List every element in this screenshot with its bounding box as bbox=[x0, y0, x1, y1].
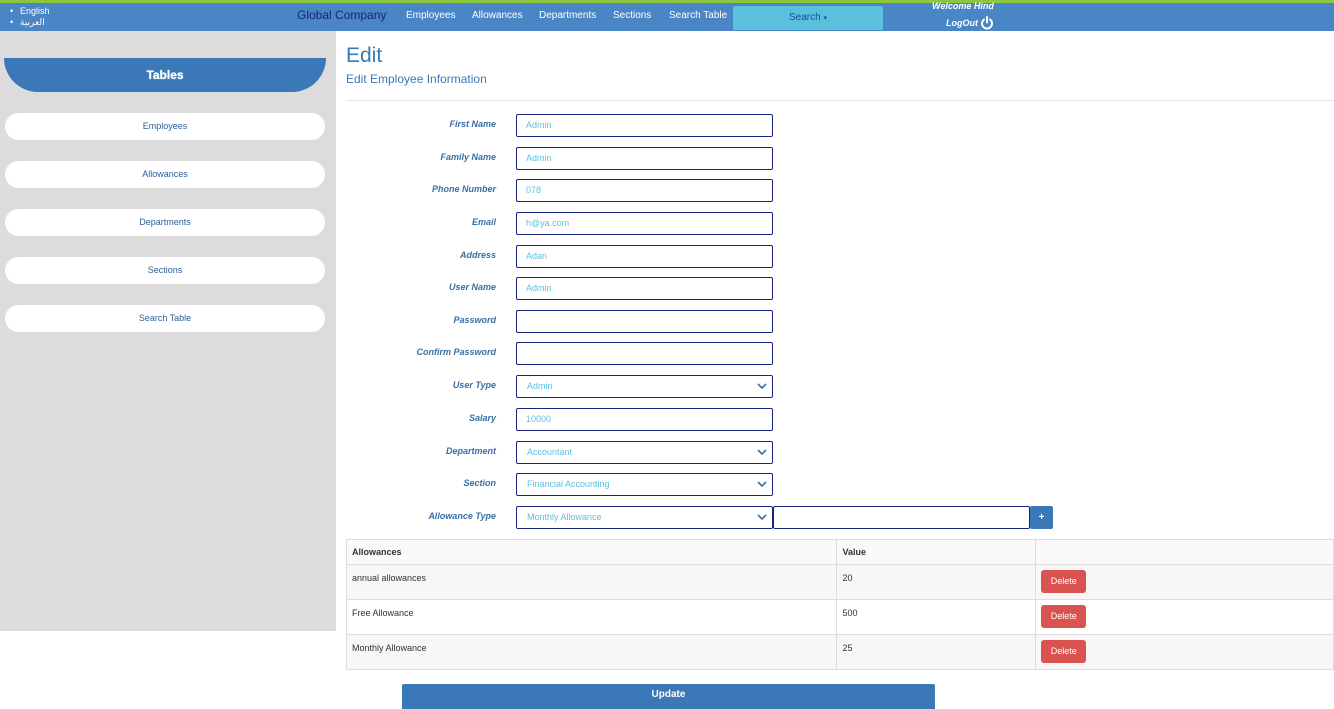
table-row: Monthly Allowance 25 Delete bbox=[345, 634, 1334, 670]
nav-search-table[interactable]: Search Table bbox=[669, 10, 727, 21]
user-type-value: Admin bbox=[527, 381, 553, 391]
first-name-label: First Name bbox=[449, 119, 496, 129]
sidebar-item-sections[interactable]: Sections bbox=[5, 257, 325, 284]
form-row-allowance-type: Allowance Type Monthly Allowance + bbox=[346, 506, 1334, 530]
form-row-salary: Salary 10000 bbox=[346, 408, 1334, 432]
first-name-input[interactable]: Admin bbox=[516, 114, 773, 137]
search-dropdown-button[interactable]: Search ▾ bbox=[733, 6, 883, 30]
sidebar-item-employees[interactable]: Employees bbox=[5, 113, 325, 140]
welcome-text: Welcome Hind bbox=[932, 1, 994, 11]
language-english[interactable]: English bbox=[10, 6, 50, 17]
add-allowance-button[interactable]: + bbox=[1030, 506, 1053, 529]
address-label: Address bbox=[459, 250, 496, 260]
top-navbar: English العربية Global Company Employees… bbox=[0, 0, 1334, 31]
header-divider bbox=[346, 100, 1334, 101]
delete-button[interactable]: Delete bbox=[1041, 605, 1087, 628]
password-input[interactable] bbox=[516, 310, 773, 333]
allowance-action-cell: Delete bbox=[1035, 634, 1334, 670]
caret-down-icon: ▾ bbox=[823, 15, 827, 22]
sidebar-item-departments[interactable]: Departments bbox=[5, 209, 325, 236]
form-row-family-name: Family Name Admin bbox=[346, 147, 1334, 171]
allowance-type-select[interactable]: Monthly Allowance bbox=[516, 506, 773, 529]
form-row-department: Department Accountant bbox=[346, 441, 1334, 465]
language-list: English العربية bbox=[10, 6, 50, 28]
nav-employees[interactable]: Employees bbox=[406, 10, 455, 21]
chevron-down-icon bbox=[757, 481, 767, 488]
allowance-amount-input[interactable] bbox=[773, 506, 1030, 529]
allowance-value-cell: 500 bbox=[836, 599, 1037, 635]
allowance-type-value: Monthly Allowance bbox=[527, 512, 602, 522]
allowance-value-cell: 25 bbox=[836, 634, 1037, 670]
chevron-down-icon bbox=[757, 449, 767, 456]
chevron-down-icon bbox=[757, 383, 767, 390]
form-row-phone-number: Phone Number 078 bbox=[346, 179, 1334, 203]
form-row-password: Password bbox=[346, 310, 1334, 334]
delete-button[interactable]: Delete bbox=[1041, 570, 1087, 593]
sidebar: Tables Employees Allowances Departments … bbox=[0, 31, 336, 631]
table-row: annual allowances 20 Delete bbox=[345, 564, 1334, 600]
search-dropdown-label: Search bbox=[789, 12, 821, 23]
password-label: Password bbox=[453, 315, 496, 325]
table-header-row: Allowances Value bbox=[345, 539, 1334, 565]
family-name-label: Family Name bbox=[440, 152, 496, 162]
nav-sections[interactable]: Sections bbox=[613, 10, 651, 21]
form-row-address: Address Adan bbox=[346, 245, 1334, 269]
nav-departments[interactable]: Departments bbox=[539, 10, 596, 21]
allowance-value-cell: 20 bbox=[836, 564, 1037, 600]
nav-allowances[interactable]: Allowances bbox=[472, 10, 523, 21]
email-label: Email bbox=[471, 217, 496, 227]
address-input[interactable]: Adan bbox=[516, 245, 773, 268]
user-name-label: User Name bbox=[448, 282, 496, 292]
chevron-down-icon bbox=[757, 514, 767, 521]
form-row-section: Section Financial Accounting bbox=[346, 473, 1334, 497]
department-value: Accountant bbox=[527, 447, 573, 457]
confirm-password-label: Confirm Password bbox=[416, 347, 496, 357]
page-title: Edit bbox=[346, 44, 383, 67]
delete-button[interactable]: Delete bbox=[1041, 640, 1087, 663]
phone-number-label: Phone Number bbox=[431, 184, 496, 194]
col-header-value: Value bbox=[836, 539, 1037, 565]
col-header-actions bbox=[1035, 539, 1334, 565]
confirm-password-input[interactable] bbox=[516, 342, 773, 365]
user-type-label: User Type bbox=[452, 380, 496, 390]
department-label: Department bbox=[445, 446, 496, 456]
table-row: Free Allowance 500 Delete bbox=[345, 599, 1334, 635]
user-type-select[interactable]: Admin bbox=[516, 375, 773, 398]
form-row-first-name: First Name Admin bbox=[346, 114, 1334, 138]
form-row-confirm-password: Confirm Password bbox=[346, 342, 1334, 366]
form-row-user-type: User Type Admin bbox=[346, 375, 1334, 399]
page-subtitle: Edit Employee Information bbox=[346, 72, 487, 86]
col-header-allowances: Allowances bbox=[345, 539, 838, 565]
phone-number-input[interactable]: 078 bbox=[516, 179, 773, 202]
form-row-email: Email h@ya.com bbox=[346, 212, 1334, 236]
allowance-action-cell: Delete bbox=[1035, 564, 1334, 600]
language-arabic[interactable]: العربية bbox=[10, 17, 50, 28]
sidebar-item-search-table[interactable]: Search Table bbox=[5, 305, 325, 332]
allowance-action-cell: Delete bbox=[1035, 599, 1334, 635]
family-name-input[interactable]: Admin bbox=[516, 147, 773, 170]
section-select[interactable]: Financial Accounting bbox=[516, 473, 773, 496]
sidebar-heading: Tables bbox=[4, 58, 326, 92]
user-name-input[interactable]: Admin bbox=[516, 277, 773, 300]
department-select[interactable]: Accountant bbox=[516, 441, 773, 464]
logout-label: LogOut bbox=[946, 18, 978, 28]
brand-link[interactable]: Global Company bbox=[297, 8, 386, 22]
form-row-user-name: User Name Admin bbox=[346, 277, 1334, 301]
sidebar-item-allowances[interactable]: Allowances bbox=[5, 161, 325, 188]
salary-input[interactable]: 10000 bbox=[516, 408, 773, 431]
logout-link[interactable]: LogOut bbox=[946, 16, 994, 30]
power-icon bbox=[981, 16, 993, 30]
allowance-name-cell: Free Allowance bbox=[345, 599, 838, 635]
allowance-name-cell: annual allowances bbox=[345, 564, 838, 600]
update-button[interactable]: Update bbox=[402, 684, 935, 709]
section-label: Section bbox=[463, 478, 496, 488]
section-value: Financial Accounting bbox=[527, 479, 610, 489]
allowances-table: Allowances Value annual allowances 20 De… bbox=[345, 539, 1334, 670]
allowance-name-cell: Monthly Allowance bbox=[345, 634, 838, 670]
email-input[interactable]: h@ya.com bbox=[516, 212, 773, 235]
salary-label: Salary bbox=[468, 413, 496, 423]
allowance-type-label: Allowance Type bbox=[428, 511, 496, 521]
